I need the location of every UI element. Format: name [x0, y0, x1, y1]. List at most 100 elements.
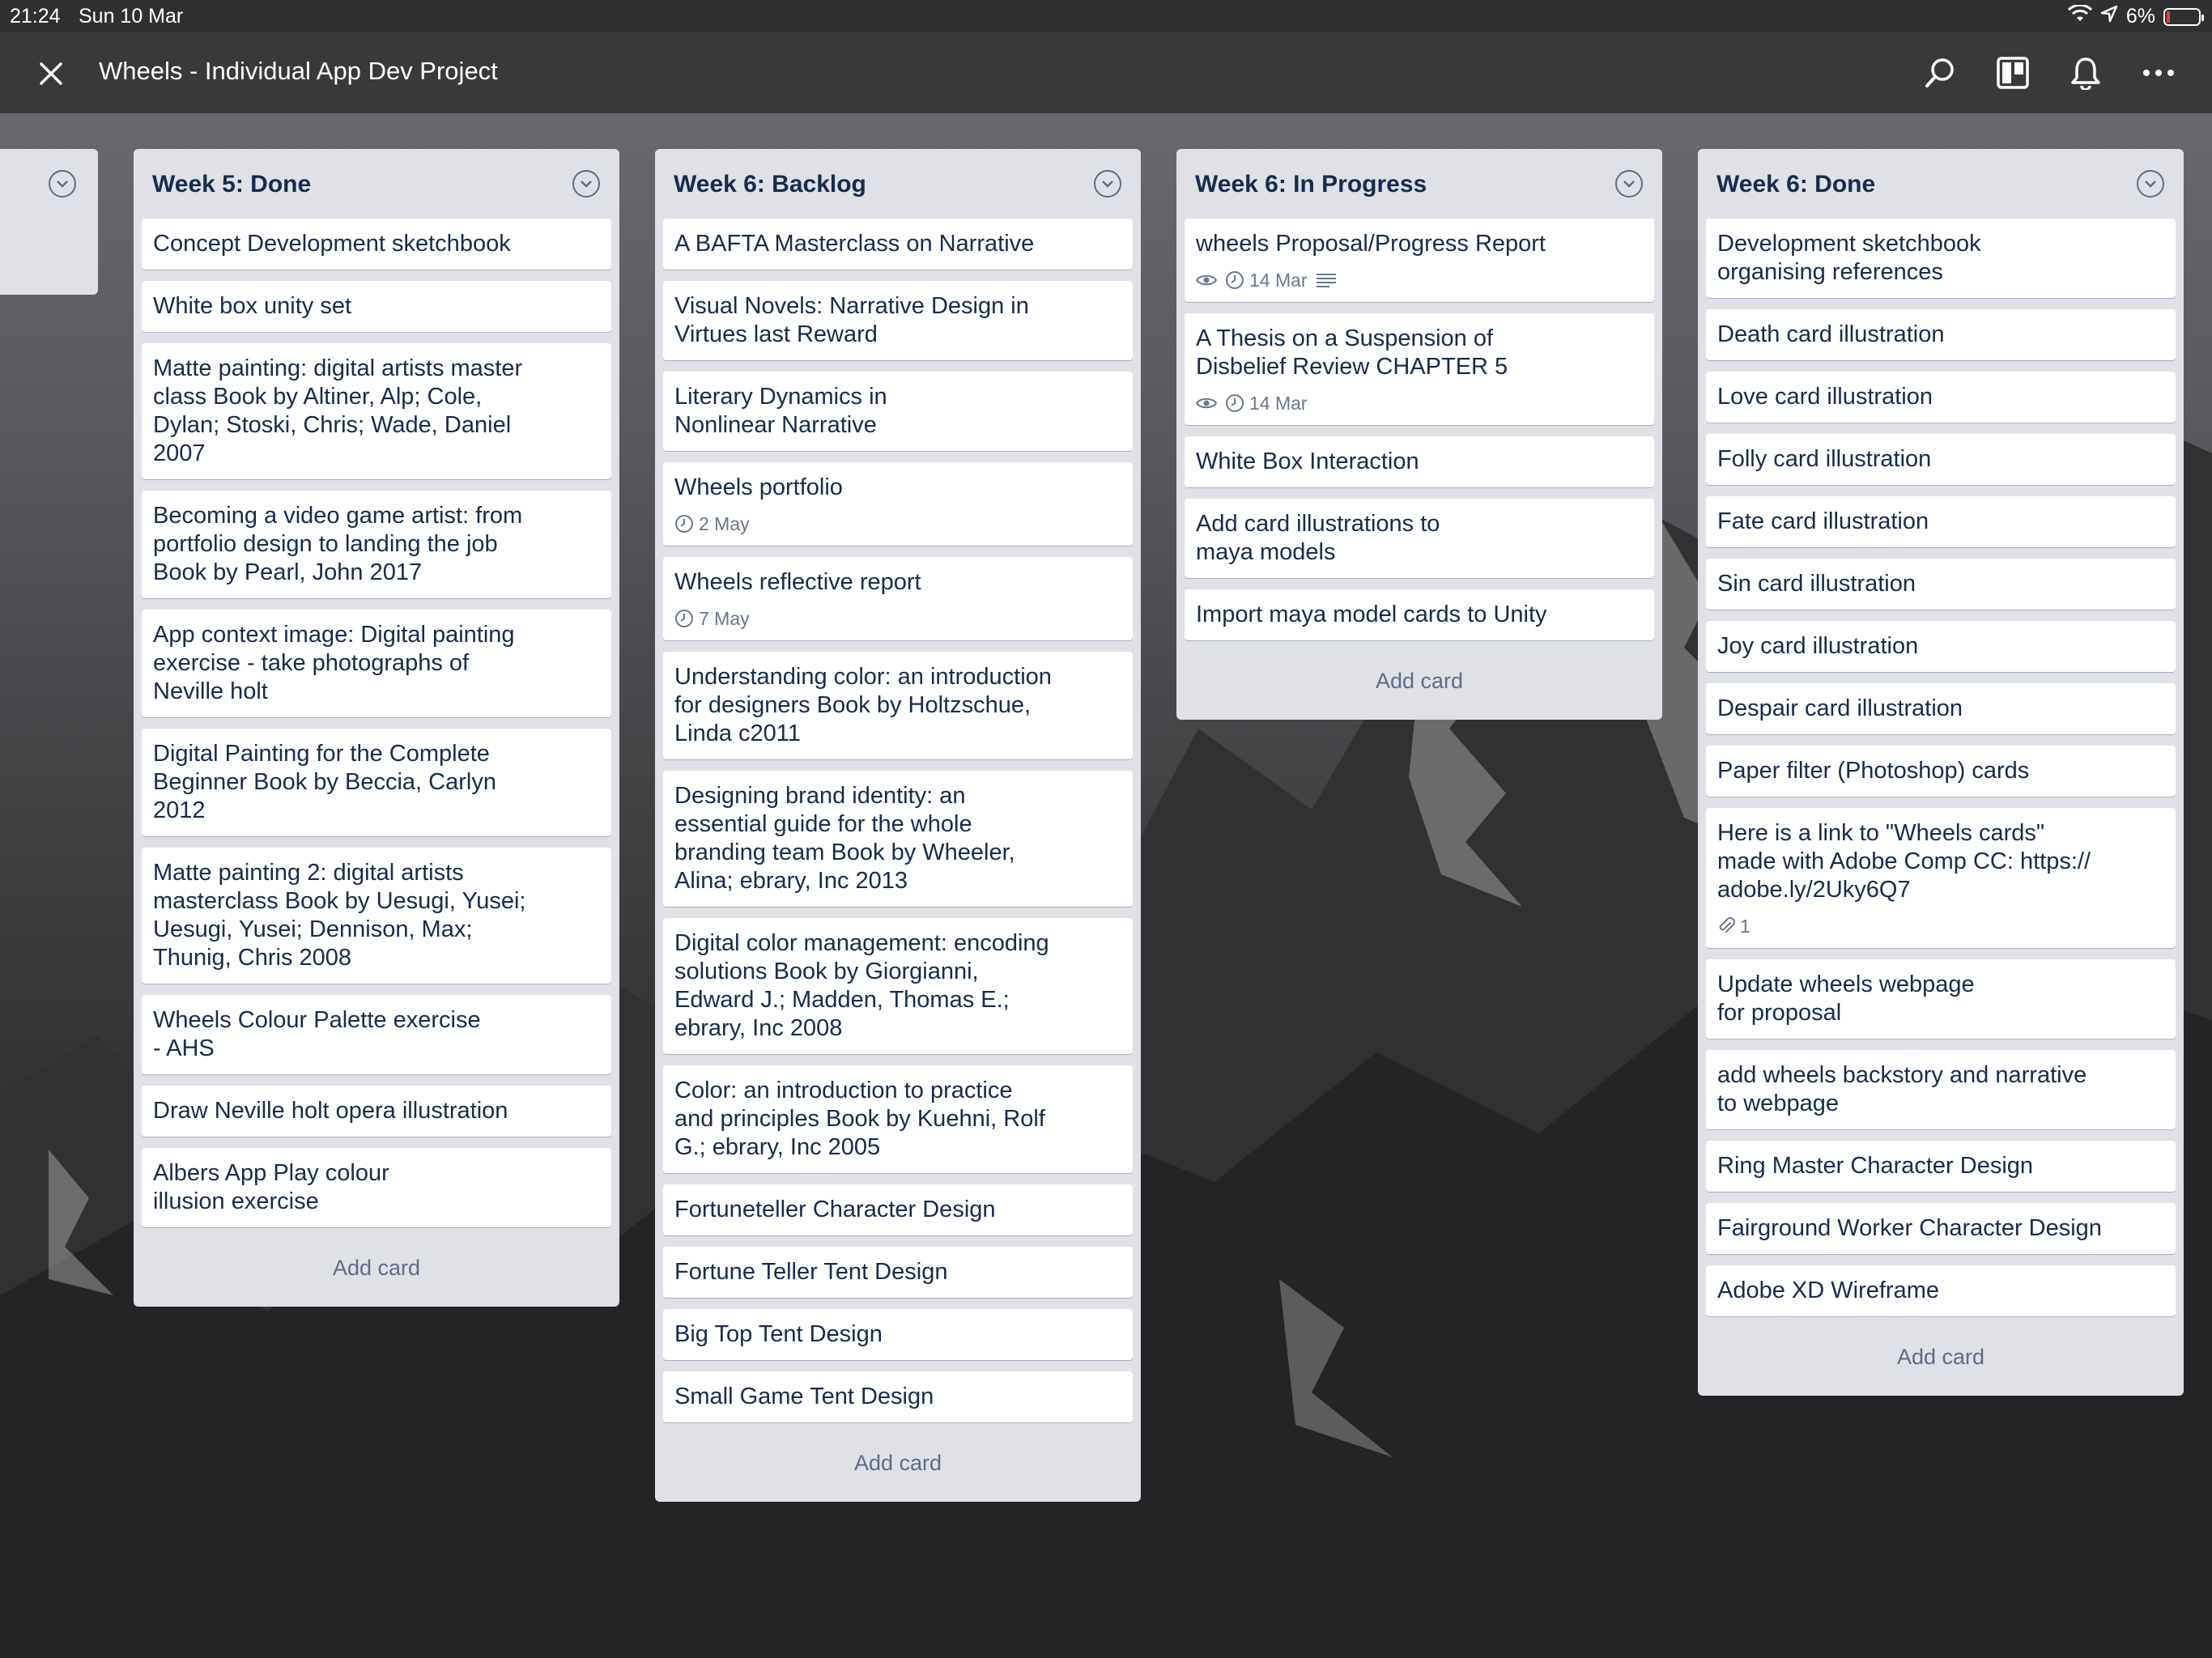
- card-badges: 2 May: [674, 513, 1121, 534]
- due-date: 7 May: [699, 608, 750, 629]
- status-time: 21:24: [10, 5, 61, 28]
- due-date: 14 Mar: [1249, 270, 1308, 291]
- card[interactable]: Becoming a video game artist: from portf…: [142, 491, 611, 598]
- chevron-down-icon[interactable]: [2137, 170, 2164, 198]
- add-card-button[interactable]: Add card: [1706, 1328, 2176, 1386]
- card[interactable]: Adobe XD Wireframe: [1706, 1265, 2176, 1316]
- card-title: Wheels reflective report: [674, 569, 921, 595]
- card[interactable]: Digital Painting for the Complete Beginn…: [142, 729, 611, 836]
- chevron-down-icon[interactable]: [1615, 170, 1643, 198]
- previous-list-partial[interactable]: [0, 149, 98, 295]
- card-title: Death card illustration: [1717, 321, 1945, 347]
- card-title: Adobe XD Wireframe: [1717, 1278, 1939, 1303]
- card[interactable]: White Box Interaction: [1185, 436, 1654, 487]
- card[interactable]: A Thesis on a Suspension of Disbelief Re…: [1185, 313, 1654, 425]
- card-title: Color: an introduction to practice and p…: [674, 1078, 1045, 1160]
- card[interactable]: Development sketchbook organising refere…: [1706, 219, 2176, 298]
- card[interactable]: Understanding color: an introduction for…: [663, 652, 1133, 759]
- search-icon[interactable]: [1919, 52, 1961, 94]
- list-title[interactable]: Week 6: In Progress: [1195, 171, 1427, 198]
- card[interactable]: Concept Development sketchbook: [142, 219, 611, 270]
- card[interactable]: Update wheels webpage for proposal: [1706, 959, 2176, 1039]
- card[interactable]: Fortune Teller Tent Design: [663, 1247, 1133, 1298]
- card[interactable]: Albers App Play colour illusion exercise: [142, 1148, 611, 1227]
- card[interactable]: Sin card illustration: [1706, 559, 2176, 610]
- attachment-badge: 1: [1717, 916, 1750, 937]
- close-icon[interactable]: [31, 53, 71, 94]
- board-view-icon[interactable]: [1992, 52, 2034, 94]
- card[interactable]: Wheels Colour Palette exercise - AHS: [142, 995, 611, 1074]
- card[interactable]: Paper filter (Photoshop) cards: [1706, 746, 2176, 797]
- card-title: Love card illustration: [1717, 384, 1933, 410]
- card-title: Designing brand identity: an essential g…: [674, 783, 1015, 894]
- card-title: Concept Development sketchbook: [153, 231, 511, 257]
- wifi-icon: [2067, 3, 2092, 28]
- card[interactable]: Digital color management: encoding solut…: [663, 918, 1133, 1054]
- board-header: Wheels - Individual App Dev Project: [0, 32, 2212, 113]
- card[interactable]: Color: an introduction to practice and p…: [663, 1065, 1133, 1173]
- card[interactable]: App context image: Digital painting exer…: [142, 610, 611, 717]
- card[interactable]: add wheels backstory and narrative to we…: [1706, 1050, 2176, 1129]
- add-card-button[interactable]: Add card: [142, 1239, 611, 1297]
- status-indicators: 6%: [2067, 3, 2204, 28]
- card[interactable]: Here is a link to "Wheels cards" made wi…: [1706, 808, 2176, 948]
- card-title: Albers App Play colour illusion exercise: [153, 1160, 389, 1214]
- bell-icon[interactable]: [2065, 52, 2107, 94]
- chevron-down-icon[interactable]: [572, 170, 600, 198]
- card[interactable]: Wheels portfolio 2 May: [663, 462, 1133, 546]
- card-badges: 1: [1717, 916, 2164, 937]
- card[interactable]: Fate card illustration: [1706, 496, 2176, 547]
- card-title: Sin card illustration: [1717, 571, 1916, 597]
- description-icon: [1316, 273, 1337, 287]
- card[interactable]: Folly card illustration: [1706, 434, 2176, 485]
- card[interactable]: Big Top Tent Design: [663, 1309, 1133, 1360]
- card[interactable]: Death card illustration: [1706, 309, 2176, 360]
- card[interactable]: wheels Proposal/Progress Report 14 Mar: [1185, 219, 1654, 302]
- status-bar: 21:24 Sun 10 Mar 6%: [0, 0, 2212, 32]
- board-title: Wheels - Individual App Dev Project: [99, 57, 498, 85]
- card[interactable]: Designing brand identity: an essential g…: [663, 771, 1133, 907]
- card[interactable]: Draw Neville holt opera illustration: [142, 1086, 611, 1137]
- card[interactable]: Matte painting: digital artists master c…: [142, 343, 611, 479]
- card[interactable]: Add card illustrations to maya models: [1185, 499, 1654, 578]
- list-title[interactable]: Week 5: Done: [152, 171, 311, 198]
- list-title[interactable]: Week 6: Done: [1716, 171, 1875, 198]
- card-title: Wheels Colour Palette exercise - AHS: [153, 1007, 481, 1061]
- list-column: Week 5: Done Concept Development sketchbo…: [134, 149, 619, 1307]
- card[interactable]: Import maya model cards to Unity: [1185, 589, 1654, 640]
- card[interactable]: Fairground Worker Character Design: [1706, 1203, 2176, 1254]
- card-title: Visual Novels: Narrative Design in Virtu…: [674, 293, 1029, 347]
- card[interactable]: Matte painting 2: digital artists master…: [142, 848, 611, 984]
- card-title: Update wheels webpage for proposal: [1717, 971, 1975, 1026]
- card-title: White box unity set: [153, 293, 351, 319]
- card[interactable]: Love card illustration: [1706, 372, 2176, 423]
- card[interactable]: Wheels reflective report 7 May: [663, 557, 1133, 640]
- card-title: Digital color management: encoding solut…: [674, 930, 1049, 1041]
- add-card-button[interactable]: Add card: [1185, 652, 1654, 710]
- card-title: Big Top Tent Design: [674, 1321, 883, 1347]
- card-title: Folly card illustration: [1717, 446, 1932, 472]
- list-header: Week 5: Done: [142, 149, 611, 219]
- chevron-down-icon[interactable]: [49, 170, 76, 198]
- card[interactable]: Visual Novels: Narrative Design in Virtu…: [663, 281, 1133, 360]
- card-title: Ring Master Character Design: [1717, 1153, 2034, 1179]
- card[interactable]: Joy card illustration: [1706, 621, 2176, 672]
- card[interactable]: Despair card illustration: [1706, 683, 2176, 734]
- card[interactable]: White box unity set: [142, 281, 611, 332]
- card-title: Becoming a video game artist: from portf…: [153, 503, 523, 585]
- due-date: 14 Mar: [1249, 393, 1308, 414]
- card-title: Joy card illustration: [1717, 633, 1919, 659]
- card-badges: 7 May: [674, 608, 1121, 629]
- card[interactable]: Ring Master Character Design: [1706, 1141, 2176, 1192]
- card[interactable]: Literary Dynamics in Nonlinear Narrative: [663, 372, 1133, 451]
- list-title[interactable]: Week 6: Backlog: [674, 171, 866, 198]
- due-date-badge: 14 Mar: [1225, 270, 1308, 291]
- list-header: Week 6: In Progress: [1185, 149, 1654, 219]
- more-icon[interactable]: [2138, 52, 2180, 94]
- eye-icon: [1196, 396, 1217, 410]
- card[interactable]: Fortuneteller Character Design: [663, 1184, 1133, 1235]
- card[interactable]: A BAFTA Masterclass on Narrative: [663, 219, 1133, 270]
- add-card-button[interactable]: Add card: [663, 1434, 1133, 1492]
- card[interactable]: Small Game Tent Design: [663, 1371, 1133, 1422]
- chevron-down-icon[interactable]: [1094, 170, 1121, 198]
